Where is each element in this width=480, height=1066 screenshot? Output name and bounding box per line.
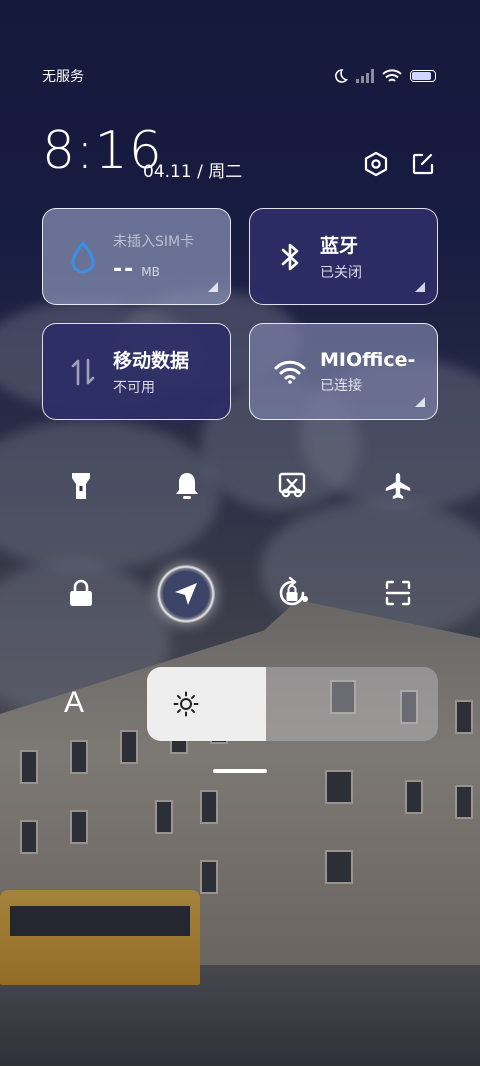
wifi-status-icon: [382, 68, 402, 84]
flashlight-icon: [72, 473, 90, 499]
flashlight-toggle[interactable]: [53, 458, 109, 514]
data-usage-unit: MB: [141, 265, 160, 279]
bluetooth-title: 蓝牙: [320, 235, 359, 257]
sun-icon: [173, 691, 199, 717]
status-bar: 无服务: [42, 66, 436, 86]
wifi-status: 已连接: [320, 377, 362, 394]
wifi-icon: [272, 354, 308, 390]
edit-button[interactable]: [409, 150, 437, 178]
ringer-toggle[interactable]: [159, 458, 215, 514]
bell-icon: [176, 473, 198, 499]
water-drop-icon: [65, 239, 101, 275]
screenshot-icon: [278, 472, 306, 498]
battery-level: [412, 72, 431, 80]
sim-label: 未插入SIM卡: [113, 234, 195, 250]
settings-hex-icon: [364, 151, 388, 177]
data-usage-value: --: [113, 257, 136, 282]
wifi-tile[interactable]: MIOffice- 已连接: [249, 323, 438, 420]
scan-icon: [385, 580, 411, 606]
battery-icon: [410, 70, 436, 82]
brightness-level: [147, 667, 267, 741]
do-not-disturb-icon: [332, 68, 348, 84]
settings-button[interactable]: [362, 150, 390, 178]
brightness-slider[interactable]: [147, 667, 438, 741]
mobile-data-tile[interactable]: 移动数据 不可用: [42, 323, 231, 420]
screenshot-toggle[interactable]: [264, 458, 320, 514]
lock-icon: [70, 579, 92, 606]
drag-handle[interactable]: [213, 769, 267, 773]
tile-expand-corner: [415, 397, 425, 407]
date-label: 04.11 / 周二: [143, 162, 243, 182]
rotation-lock-icon: [279, 576, 308, 606]
location-toggle[interactable]: [157, 565, 215, 623]
bluetooth-icon: [272, 239, 308, 275]
sim-data-tile[interactable]: 未插入SIM卡 -- MB: [42, 208, 231, 305]
airplane-icon: [385, 473, 411, 499]
scanner-toggle[interactable]: [370, 565, 426, 621]
font-size-button[interactable]: A: [64, 686, 84, 720]
airplane-toggle[interactable]: [370, 458, 426, 514]
carrier-label: 无服务: [42, 69, 84, 85]
signal-icon: [356, 69, 374, 83]
tile-expand-corner: [415, 282, 425, 292]
mobile-data-title: 移动数据: [113, 350, 190, 372]
mobile-data-status: 不可用: [113, 380, 155, 396]
bluetooth-status: 已关闭: [320, 265, 362, 281]
data-transfer-icon: [65, 354, 101, 390]
tile-expand-corner: [208, 282, 218, 292]
lock-screen-toggle[interactable]: [53, 565, 109, 621]
bluetooth-tile[interactable]: 蓝牙 已关闭: [249, 208, 438, 305]
edit-icon: [412, 153, 434, 175]
location-icon: [175, 583, 197, 605]
rotation-lock-toggle[interactable]: [264, 565, 320, 621]
wifi-network-name: MIOffice-: [320, 348, 416, 371]
